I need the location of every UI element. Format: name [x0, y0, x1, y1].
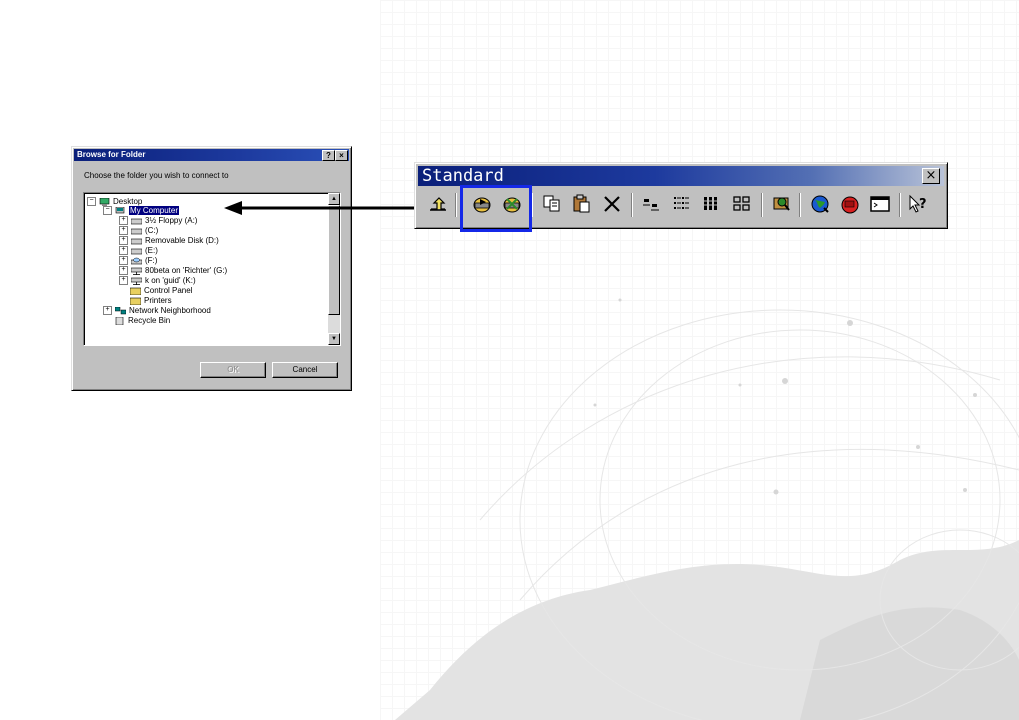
list-icon: [674, 197, 689, 209]
network-neighborhood-icon: [114, 306, 127, 315]
dialog-title: Browse for Folder: [77, 150, 146, 159]
toolbar-separator: [761, 193, 763, 217]
scroll-thumb[interactable]: [328, 205, 340, 315]
toolbar-separator: [455, 193, 457, 217]
small-icons-button[interactable]: [729, 191, 755, 217]
highlight-box-network-drive-buttons: [460, 185, 532, 232]
delete-icon: [604, 196, 620, 212]
scroll-down-icon[interactable]: ▼: [328, 333, 340, 345]
copy-button[interactable]: [539, 191, 565, 217]
dialog-titlebar: Browse for Folder ? ×: [74, 149, 349, 161]
tree-item-label: Network Neighborhood: [129, 306, 211, 315]
network-drive-icon: [130, 277, 143, 285]
collapse-icon[interactable]: −: [87, 197, 96, 207]
removable-disk-icon: [130, 237, 143, 245]
toolbar-close-button[interactable]: ×: [922, 168, 940, 184]
tree-item-drive-e[interactable]: + (E:): [119, 246, 158, 256]
tree-item-label: 80beta on 'Richter' (G:): [145, 266, 228, 275]
details-icon: [703, 197, 719, 210]
details-button[interactable]: [699, 191, 725, 217]
tree-item-label: k on 'guid' (K:): [145, 276, 196, 285]
large-icons-button[interactable]: [639, 191, 665, 217]
tree-item-control-panel[interactable]: Control Panel: [129, 286, 193, 296]
programs-icon: [841, 196, 859, 214]
tree-item-label: My Computer: [129, 206, 180, 215]
expand-icon[interactable]: +: [119, 236, 128, 246]
internet-button[interactable]: [807, 191, 833, 217]
tree-item-label: Printers: [144, 296, 172, 305]
hard-drive-icon: [130, 247, 143, 255]
annotation-arrow: [224, 201, 416, 215]
tree-item-recycle-bin[interactable]: Recycle Bin: [114, 316, 170, 326]
ok-button[interactable]: OK: [200, 362, 266, 378]
up-folder-icon: [430, 197, 446, 211]
tree-item-floppy-a[interactable]: +3½ Floppy (A:): [119, 216, 197, 226]
cd-drive-icon: [130, 257, 143, 265]
tree-item-label: Desktop: [113, 197, 143, 206]
tree-item-label: (F:): [145, 256, 158, 265]
expand-icon[interactable]: +: [103, 306, 112, 316]
internet-icon: [811, 195, 829, 213]
command-prompt-icon: [870, 196, 890, 212]
delete-button[interactable]: [599, 191, 625, 217]
list-button[interactable]: [669, 191, 695, 217]
help-button[interactable]: ?: [322, 150, 335, 161]
tree-item-my-computer[interactable]: − My Computer: [103, 206, 180, 216]
programs-button[interactable]: [837, 191, 863, 217]
expand-icon[interactable]: +: [119, 266, 128, 276]
tree-item-network-k[interactable]: + k on 'guid' (K:): [119, 276, 196, 286]
tree-item-label: Recycle Bin: [128, 316, 171, 325]
collapse-icon[interactable]: −: [103, 206, 112, 216]
desktop-icon: [99, 197, 110, 206]
up-folder-button[interactable]: [425, 191, 451, 217]
paste-icon: [573, 194, 590, 213]
whats-this-help-icon: ?: [909, 194, 927, 213]
expand-icon[interactable]: +: [119, 246, 128, 256]
expand-icon[interactable]: +: [119, 276, 128, 286]
tree-item-label: (C:): [145, 226, 159, 235]
floppy-drive-icon: [130, 217, 143, 225]
recycle-bin-icon: [114, 316, 125, 326]
toolbar-title: Standard: [422, 166, 504, 186]
computer-icon: [115, 206, 126, 215]
large-icons-icon: [643, 199, 659, 211]
expand-icon[interactable]: +: [119, 226, 128, 236]
tree-item-drive-c[interactable]: + (C:): [119, 226, 158, 236]
dialog-prompt: Choose the folder you wish to connect to: [84, 171, 229, 180]
tree-item-label: 3½ Floppy (A:): [145, 216, 198, 225]
toolbar-titlebar[interactable]: Standard ×: [418, 166, 944, 186]
printers-folder-icon: [129, 297, 142, 306]
close-button[interactable]: ×: [335, 150, 348, 161]
control-panel-folder-icon: [129, 287, 142, 296]
tree-item-printers[interactable]: Printers: [129, 296, 172, 306]
small-icons-icon: [733, 196, 750, 211]
paste-button[interactable]: [569, 191, 595, 217]
command-prompt-button[interactable]: [867, 191, 893, 217]
tree-item-label: (E:): [145, 246, 158, 255]
cancel-button[interactable]: Cancel: [272, 362, 338, 378]
find-button[interactable]: [769, 191, 795, 217]
copy-icon: [543, 195, 560, 212]
toolbar-separator: [799, 193, 801, 217]
toolbar-separator: [899, 193, 901, 217]
find-icon: [773, 197, 790, 211]
hard-drive-icon: [130, 227, 143, 235]
toolbar-separator: [631, 193, 633, 217]
tree-item-network-g[interactable]: +80beta on 'Richter' (G:): [119, 266, 227, 276]
expand-icon[interactable]: +: [119, 256, 128, 266]
tree-item-drive-f[interactable]: + (F:): [119, 256, 157, 266]
tree-item-label: Control Panel: [144, 286, 193, 295]
network-drive-icon: [130, 267, 143, 275]
expand-icon[interactable]: +: [119, 216, 128, 226]
tree-item-network-neighborhood[interactable]: + Network Neighborhood: [103, 306, 211, 316]
tree-item-label: Removable Disk (D:): [145, 236, 219, 245]
tree-item-removable-d[interactable]: + Removable Disk (D:): [119, 236, 219, 246]
svg-text:?: ?: [919, 197, 927, 212]
whats-this-help-button[interactable]: ?: [905, 191, 931, 217]
browse-for-folder-dialog: Browse for Folder ? × Choose the folder …: [71, 146, 352, 391]
